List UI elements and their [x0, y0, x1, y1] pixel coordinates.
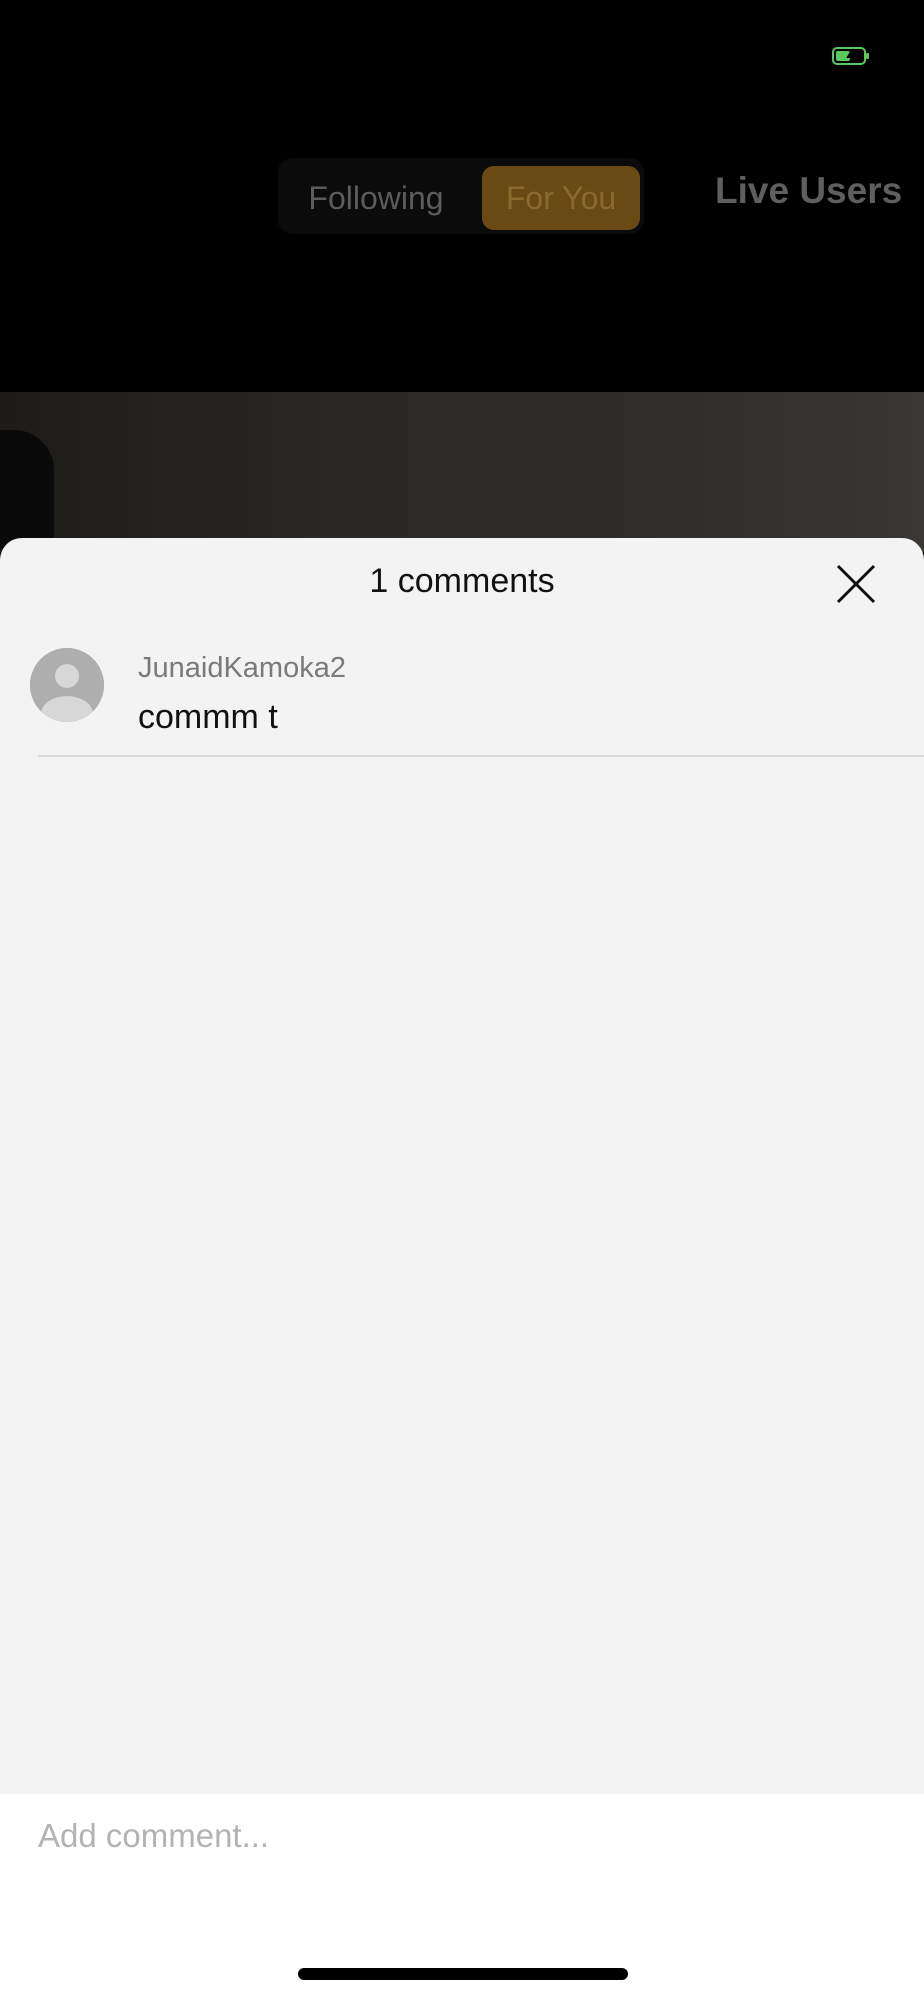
feed-tab-switcher: Following For You	[278, 158, 644, 234]
comments-count-title: 1 comments	[369, 562, 555, 600]
tab-following[interactable]: Following	[296, 166, 456, 230]
battery-charging-icon	[832, 47, 869, 65]
tab-for-you[interactable]: For You	[482, 166, 640, 230]
home-indicator	[298, 1968, 628, 1980]
comment-username[interactable]: JunaidKamoka2	[138, 652, 346, 685]
video-foreground-shape	[0, 430, 54, 550]
live-users-link[interactable]: Live Users	[715, 170, 902, 212]
add-comment-input[interactable]	[38, 1806, 878, 1866]
comments-sheet: 1 comments JunaidKamoka2 commm t	[0, 538, 924, 2000]
video-background	[0, 392, 924, 552]
default-avatar-icon[interactable]	[30, 648, 104, 722]
comment-divider	[38, 755, 924, 757]
comment-text: commm t	[138, 698, 278, 736]
close-icon[interactable]	[834, 562, 878, 606]
comment-item: JunaidKamoka2 commm t	[0, 648, 924, 754]
